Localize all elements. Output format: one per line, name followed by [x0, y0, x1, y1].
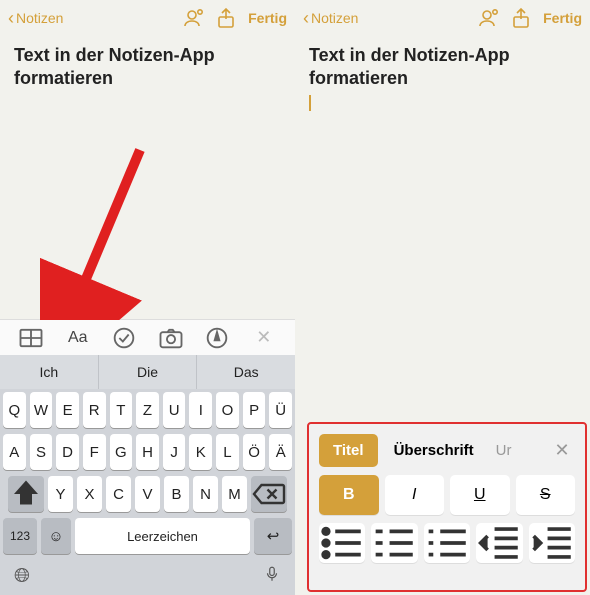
- key-row-3: YXCVBNM: [0, 473, 295, 515]
- key-O[interactable]: O: [216, 392, 239, 428]
- key-N[interactable]: N: [193, 476, 218, 512]
- emoji-key[interactable]: ☺: [41, 518, 71, 554]
- key-L[interactable]: L: [216, 434, 239, 470]
- globe-icon[interactable]: 🌐︎: [14, 565, 30, 588]
- left-panel: ‹ Notizen Fertig Text in der Notizen-App…: [0, 0, 295, 595]
- key-B[interactable]: B: [164, 476, 189, 512]
- note-body[interactable]: Text in der Notizen-App formatieren: [295, 36, 590, 124]
- text-format-icon[interactable]: Aa: [64, 324, 92, 352]
- done-button[interactable]: Fertig: [248, 10, 287, 26]
- backspace-key[interactable]: [251, 476, 287, 512]
- key-A[interactable]: A: [3, 434, 26, 470]
- bullet-list-icon[interactable]: [319, 523, 365, 563]
- key-W[interactable]: W: [30, 392, 53, 428]
- back-button[interactable]: ‹ Notizen: [303, 8, 358, 29]
- done-button[interactable]: Fertig: [543, 10, 582, 26]
- key-Ö[interactable]: Ö: [243, 434, 266, 470]
- collaborate-icon[interactable]: [182, 6, 206, 30]
- key-J[interactable]: J: [163, 434, 186, 470]
- key-I[interactable]: I: [189, 392, 212, 428]
- markup-icon[interactable]: [203, 324, 231, 352]
- checklist-icon[interactable]: [110, 324, 138, 352]
- space-key[interactable]: Leerzeichen: [75, 518, 250, 554]
- back-label: Notizen: [16, 10, 63, 26]
- key-row-2: ASDFGHJKLÖÄ: [0, 431, 295, 473]
- key-X[interactable]: X: [77, 476, 102, 512]
- camera-icon[interactable]: [157, 324, 185, 352]
- collaborate-icon[interactable]: [477, 6, 501, 30]
- return-key[interactable]: ↩: [254, 518, 292, 554]
- list-row: [319, 523, 575, 563]
- key-U[interactable]: U: [163, 392, 186, 428]
- table-icon[interactable]: [17, 324, 45, 352]
- key-C[interactable]: C: [106, 476, 131, 512]
- share-icon[interactable]: [214, 6, 238, 30]
- key-row-1: QWERTZUIOPÜ: [0, 389, 295, 431]
- outdent-icon[interactable]: [476, 523, 522, 563]
- close-format-icon[interactable]: ✕: [549, 438, 575, 464]
- format-panel: Titel Überschrift Ur ✕ B I U S: [307, 422, 587, 592]
- numbers-key[interactable]: 123: [3, 518, 37, 554]
- key-Ä[interactable]: Ä: [269, 434, 292, 470]
- title-style-button[interactable]: Titel: [319, 434, 378, 467]
- number-list-icon[interactable]: [424, 523, 470, 563]
- partial-style[interactable]: Ur: [490, 434, 518, 467]
- chevron-left-icon: ‹: [303, 8, 309, 29]
- dash-list-icon[interactable]: [371, 523, 417, 563]
- key-K[interactable]: K: [189, 434, 212, 470]
- suggestions-bar: Ich Die Das: [0, 355, 295, 389]
- back-button[interactable]: ‹ Notizen: [8, 8, 63, 29]
- shift-key[interactable]: [8, 476, 44, 512]
- chevron-left-icon: ‹: [8, 8, 14, 29]
- keyboard-bottom: 🌐︎: [0, 557, 295, 595]
- note-body[interactable]: Text in der Notizen-App formatieren: [0, 36, 295, 99]
- key-P[interactable]: P: [243, 392, 266, 428]
- key-G[interactable]: G: [110, 434, 133, 470]
- key-D[interactable]: D: [56, 434, 79, 470]
- key-R[interactable]: R: [83, 392, 106, 428]
- indent-icon[interactable]: [529, 523, 575, 563]
- suggestion-1[interactable]: Ich: [0, 355, 99, 389]
- underline-button[interactable]: U: [450, 475, 510, 515]
- key-Q[interactable]: Q: [3, 392, 26, 428]
- key-M[interactable]: M: [222, 476, 247, 512]
- text-cursor: [309, 95, 311, 111]
- close-toolbar-icon[interactable]: ✕: [250, 324, 278, 352]
- back-label: Notizen: [311, 10, 358, 26]
- key-V[interactable]: V: [135, 476, 160, 512]
- key-H[interactable]: H: [136, 434, 159, 470]
- format-row: B I U S: [319, 475, 575, 515]
- header: ‹ Notizen Fertig: [0, 0, 295, 36]
- italic-button[interactable]: I: [385, 475, 445, 515]
- keyboard: Ich Die Das QWERTZUIOPÜ ASDFGHJKLÖÄ YXCV…: [0, 355, 295, 595]
- key-F[interactable]: F: [83, 434, 106, 470]
- format-toolbar: Aa ✕: [0, 319, 295, 355]
- heading-style-button[interactable]: Überschrift: [384, 434, 484, 467]
- bold-button[interactable]: B: [319, 475, 379, 515]
- style-row: Titel Überschrift Ur ✕: [319, 434, 575, 467]
- suggestion-3[interactable]: Das: [197, 355, 295, 389]
- header: ‹ Notizen Fertig: [295, 0, 590, 36]
- key-row-4: 123 ☺ Leerzeichen ↩: [0, 515, 295, 557]
- key-Z[interactable]: Z: [136, 392, 159, 428]
- key-T[interactable]: T: [110, 392, 133, 428]
- key-S[interactable]: S: [30, 434, 53, 470]
- note-title: Text in der Notizen-App formatieren: [309, 44, 576, 91]
- key-Ü[interactable]: Ü: [269, 392, 292, 428]
- note-title: Text in der Notizen-App formatieren: [14, 44, 281, 91]
- mic-icon[interactable]: [263, 563, 281, 590]
- strike-button[interactable]: S: [516, 475, 576, 515]
- suggestion-2[interactable]: Die: [99, 355, 198, 389]
- key-Y[interactable]: Y: [48, 476, 73, 512]
- key-E[interactable]: E: [56, 392, 79, 428]
- share-icon[interactable]: [509, 6, 533, 30]
